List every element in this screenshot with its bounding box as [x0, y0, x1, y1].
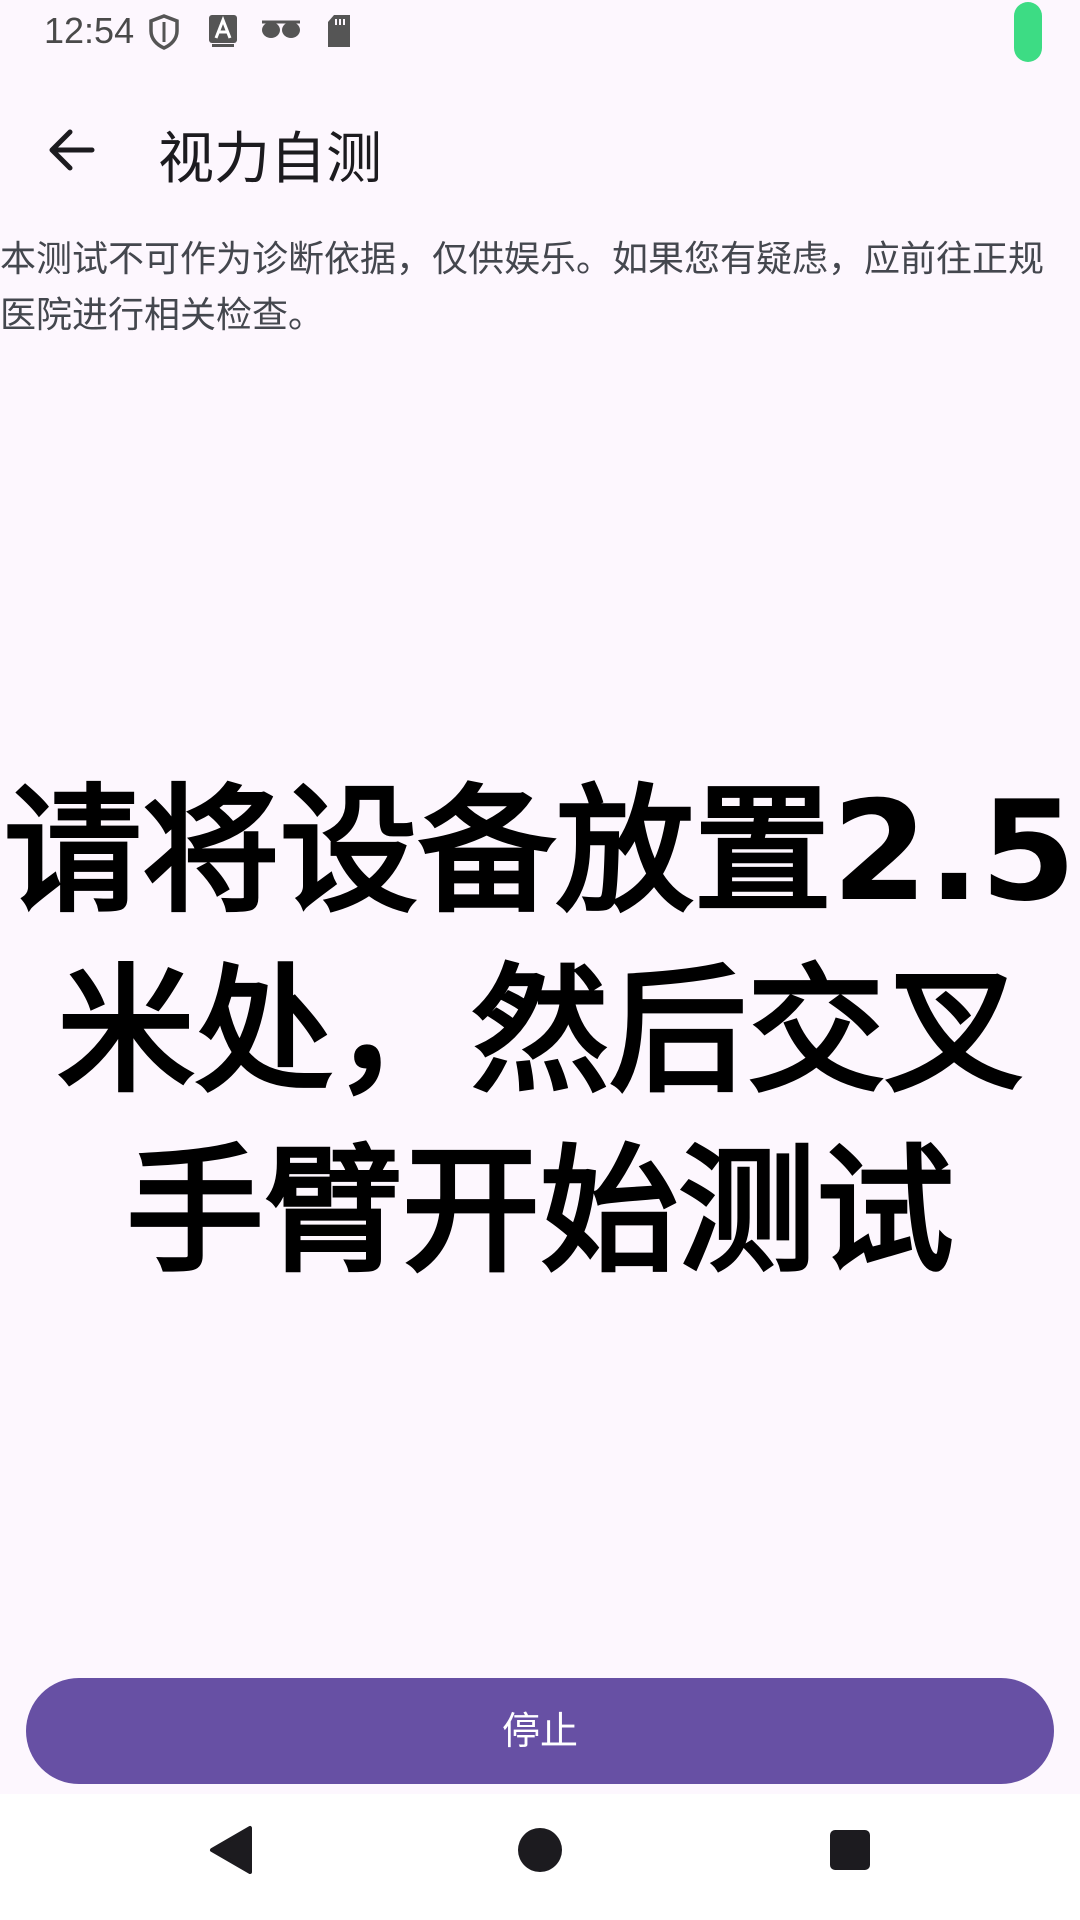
recents-square-icon[interactable] — [828, 1824, 872, 1880]
instruction-text: 请将设备放置2.5米处，然后交叉手臂开始测试 — [3, 771, 1077, 1292]
back-triangle-icon[interactable] — [206, 1824, 254, 1880]
shield-icon — [148, 14, 180, 54]
font-a-icon — [208, 14, 238, 52]
back-button[interactable] — [40, 118, 104, 182]
arrow-back-icon — [49, 129, 95, 171]
disclaimer-text: 本测试不可作为诊断依据，仅供娱乐。如果您有疑虑，应前往正规医院进行相关检查。 — [0, 239, 1045, 336]
screen: 12:54 视力自测 本测试不可作为诊断依据，仅供娱乐。如果您有疑虑，应前往正规… — [0, 0, 1080, 1920]
sd-card-icon — [326, 14, 352, 52]
glasses-icon — [260, 14, 302, 48]
status-time: 12:54 — [44, 10, 135, 51]
stop-button[interactable]: 停止 — [26, 1678, 1054, 1784]
battery-icon — [1014, 2, 1042, 62]
home-circle-icon[interactable] — [516, 1824, 564, 1880]
navigation-bar — [0, 1794, 1080, 1920]
app-bar: 视力自测 — [0, 100, 1080, 200]
page-title: 视力自测 — [158, 127, 382, 192]
status-bar: 12:54 — [0, 0, 1080, 64]
